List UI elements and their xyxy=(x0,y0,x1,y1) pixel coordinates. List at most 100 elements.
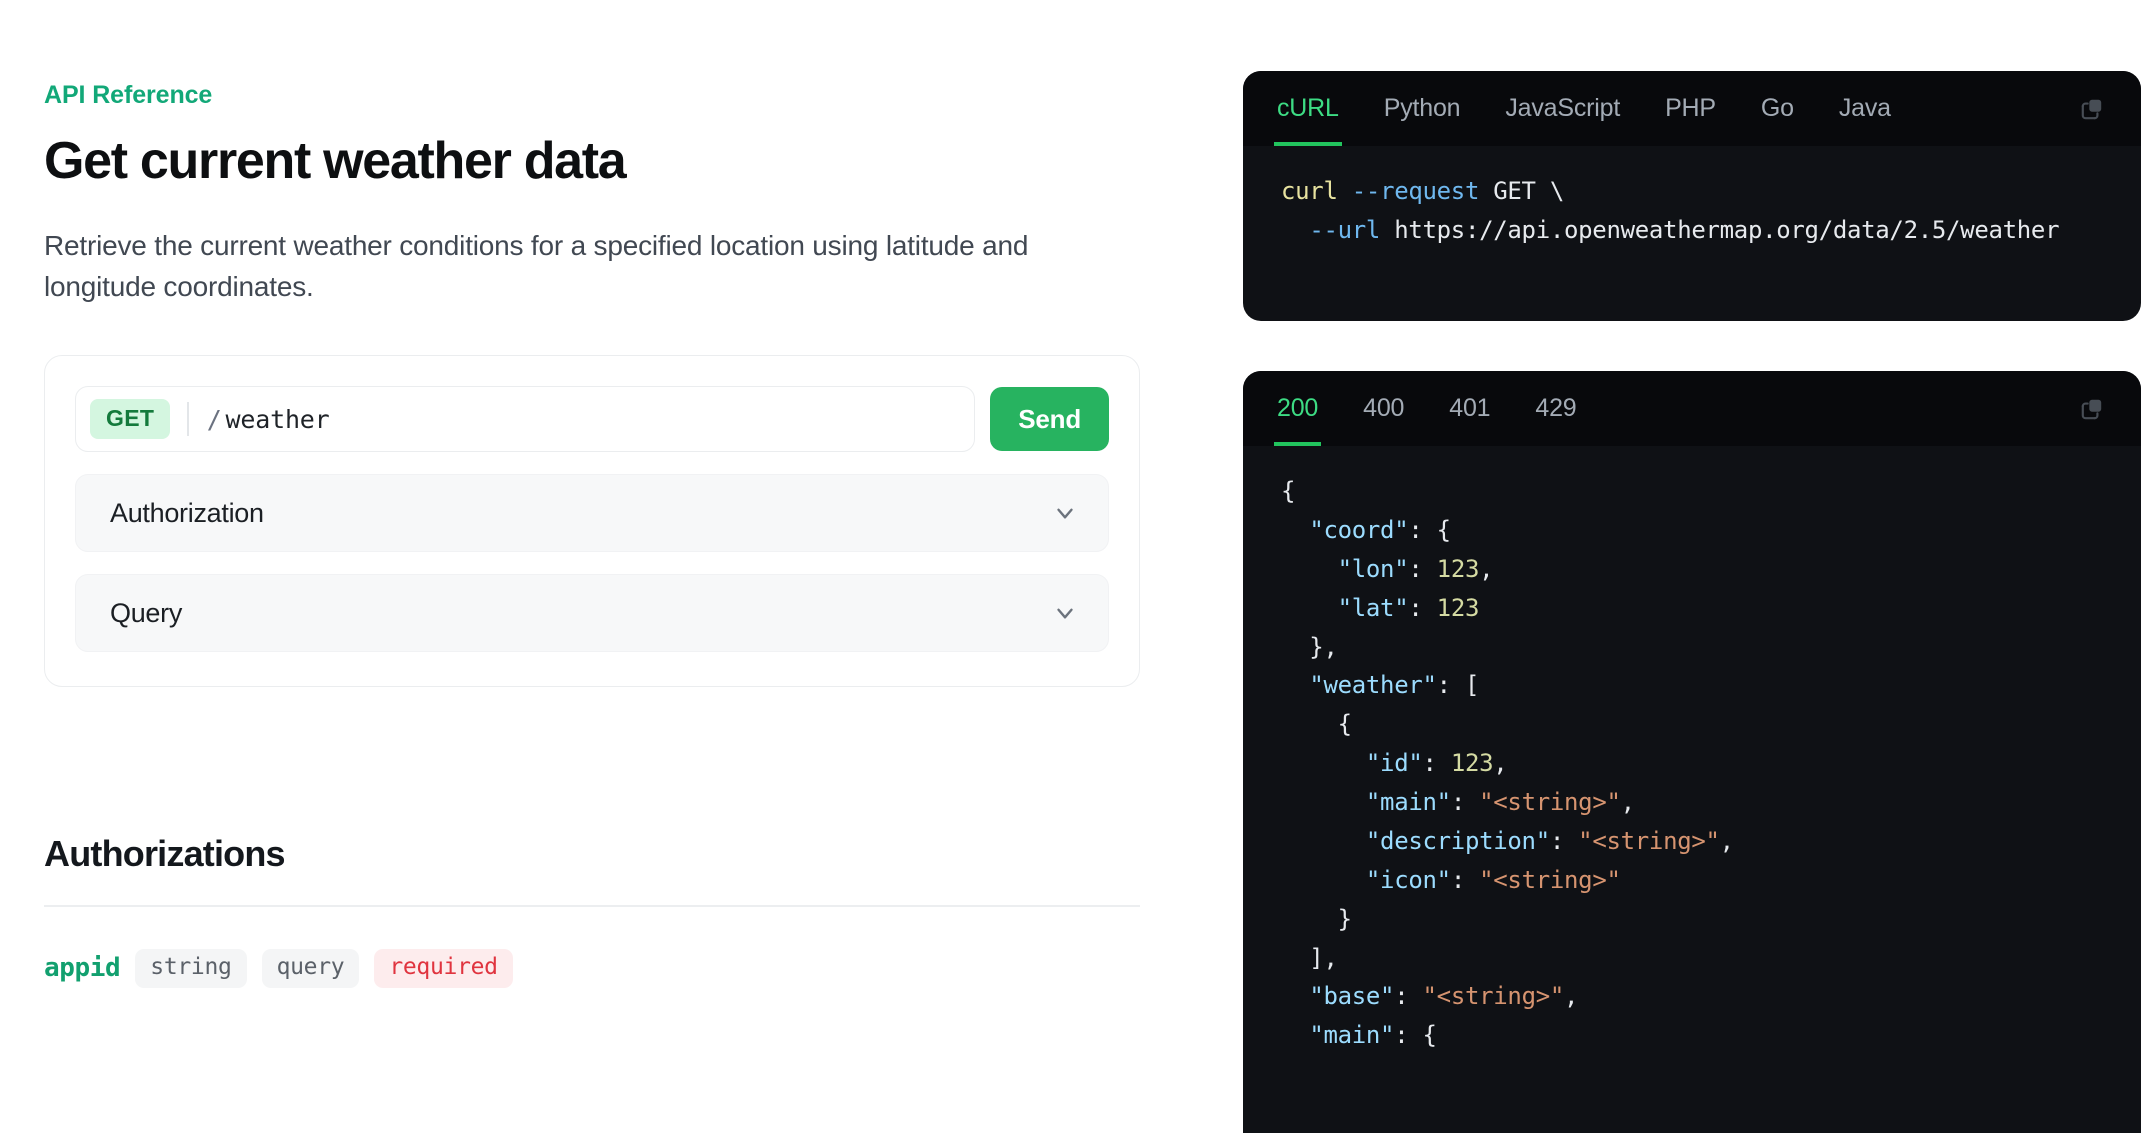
request-language-tabs: cURL Python JavaScript PHP Go Java xyxy=(1243,71,2141,146)
code-token xyxy=(1281,216,1309,244)
http-method-badge: GET xyxy=(90,399,170,439)
code-token: : xyxy=(1451,866,1479,894)
accordion-authorization-label: Authorization xyxy=(110,498,264,529)
api-reference-page: API Reference Get current weather data R… xyxy=(0,0,2155,1133)
code-line: } xyxy=(1243,900,2141,939)
response-code-panel: 200 400 401 429 { "coord": { "lon": 123, "l… xyxy=(1243,371,2141,1133)
code-token: 123 xyxy=(1437,594,1479,622)
code-token: "main" xyxy=(1366,788,1451,816)
code-line: { xyxy=(1243,472,2141,511)
code-token xyxy=(1281,788,1366,816)
code-token: "base" xyxy=(1309,982,1394,1010)
code-token: , xyxy=(1479,555,1493,583)
tab-go[interactable]: Go xyxy=(1761,71,1794,146)
code-token: : [ xyxy=(1437,671,1479,699)
code-line: "main": { xyxy=(1243,1016,2141,1055)
code-token: 123 xyxy=(1451,749,1493,777)
api-playground-card: GET /weather Send Authorization Query xyxy=(44,355,1140,687)
code-token: "description" xyxy=(1366,827,1550,855)
code-token: : xyxy=(1408,555,1436,583)
code-token: "<string>" xyxy=(1578,827,1720,855)
code-token: --request xyxy=(1352,177,1479,205)
section-divider xyxy=(44,905,1140,907)
code-line: "id": 123, xyxy=(1243,744,2141,783)
code-line: "icon": "<string>" xyxy=(1243,861,2141,900)
code-token xyxy=(1281,516,1309,544)
path-value: weather xyxy=(226,405,330,434)
code-line: "coord": { xyxy=(1243,511,2141,550)
tab-curl[interactable]: cURL xyxy=(1277,71,1339,146)
response-code-body: { "coord": { "lon": 123, "lat": 123 }, "… xyxy=(1243,446,2141,1081)
code-token: "<string>" xyxy=(1423,982,1565,1010)
request-url-row: GET /weather Send xyxy=(75,386,1109,452)
code-token xyxy=(1281,1021,1309,1049)
code-token xyxy=(1281,749,1366,777)
chevron-down-icon xyxy=(1052,500,1078,526)
tab-php[interactable]: PHP xyxy=(1665,71,1716,146)
parameter-row-appid: appid string query required xyxy=(44,949,1144,988)
parameter-required-badge: required xyxy=(374,949,512,988)
code-token: "lon" xyxy=(1338,555,1409,583)
section-title-authorizations: Authorizations xyxy=(44,833,1144,875)
parameter-type-badge: string xyxy=(135,949,246,988)
tab-python[interactable]: Python xyxy=(1384,71,1461,146)
code-token xyxy=(1281,555,1338,583)
code-token: "<string>" xyxy=(1479,788,1621,816)
copy-icon[interactable] xyxy=(2069,386,2115,432)
response-status-tabs: 200 400 401 429 xyxy=(1243,371,2141,446)
code-token: : { xyxy=(1394,1021,1436,1049)
code-token: { xyxy=(1281,477,1295,505)
code-token xyxy=(1281,827,1366,855)
code-line: "lat": 123 xyxy=(1243,589,2141,628)
code-token: ], xyxy=(1281,944,1338,972)
code-line: }, xyxy=(1243,628,2141,667)
tab-status-401[interactable]: 401 xyxy=(1449,371,1490,446)
code-line: "description": "<string>", xyxy=(1243,822,2141,861)
code-token: "main" xyxy=(1309,1021,1394,1049)
code-token: : xyxy=(1408,594,1436,622)
copy-icon[interactable] xyxy=(2069,86,2115,132)
code-token: curl xyxy=(1281,177,1338,205)
code-token: , xyxy=(1621,788,1635,816)
tab-javascript[interactable]: JavaScript xyxy=(1505,71,1620,146)
parameter-location-badge: query xyxy=(262,949,360,988)
accordion-authorization[interactable]: Authorization xyxy=(75,474,1109,552)
code-token: "weather" xyxy=(1309,671,1436,699)
code-token: }, xyxy=(1281,633,1338,661)
tab-status-429[interactable]: 429 xyxy=(1535,371,1576,446)
chevron-down-icon xyxy=(1052,600,1078,626)
parameter-name: appid xyxy=(44,953,120,983)
code-token: , xyxy=(1564,982,1578,1010)
code-token: } xyxy=(1281,905,1352,933)
path-slash: / xyxy=(207,405,226,434)
accordion-query[interactable]: Query xyxy=(75,574,1109,652)
code-line: "base": "<string>", xyxy=(1243,977,2141,1016)
code-token: , xyxy=(1493,749,1507,777)
url-divider xyxy=(187,402,189,436)
code-token: --url xyxy=(1309,216,1380,244)
code-line: curl --request GET \ xyxy=(1243,172,2141,211)
code-line: "lon": 123, xyxy=(1243,550,2141,589)
code-sidebar: cURL Python JavaScript PHP Go Java curl --req… xyxy=(1243,0,2155,1133)
code-token: GET \ xyxy=(1479,177,1564,205)
request-code-body: curl --request GET \ --url https://api.o… xyxy=(1243,146,2141,276)
code-line: { xyxy=(1243,705,2141,744)
code-token: : xyxy=(1550,827,1578,855)
code-token xyxy=(1281,982,1309,1010)
page-description: Retrieve the current weather conditions … xyxy=(44,225,1129,307)
code-token: { xyxy=(1281,710,1352,738)
tab-status-400[interactable]: 400 xyxy=(1363,371,1404,446)
send-button[interactable]: Send xyxy=(990,387,1109,451)
code-token: : xyxy=(1394,982,1422,1010)
code-token: https://api.openweathermap.org/data/2.5/… xyxy=(1380,216,2059,244)
endpoint-url-input[interactable]: GET /weather xyxy=(75,386,975,452)
code-token xyxy=(1281,866,1366,894)
tab-status-200[interactable]: 200 xyxy=(1277,371,1318,446)
code-line: --url https://api.openweathermap.org/dat… xyxy=(1243,211,2141,250)
code-token: "icon" xyxy=(1366,866,1451,894)
page-title: Get current weather data xyxy=(44,132,1144,190)
tab-java[interactable]: Java xyxy=(1839,71,1891,146)
code-token: "<string>" xyxy=(1479,866,1621,894)
code-token: "lat" xyxy=(1338,594,1409,622)
code-token xyxy=(1281,671,1309,699)
